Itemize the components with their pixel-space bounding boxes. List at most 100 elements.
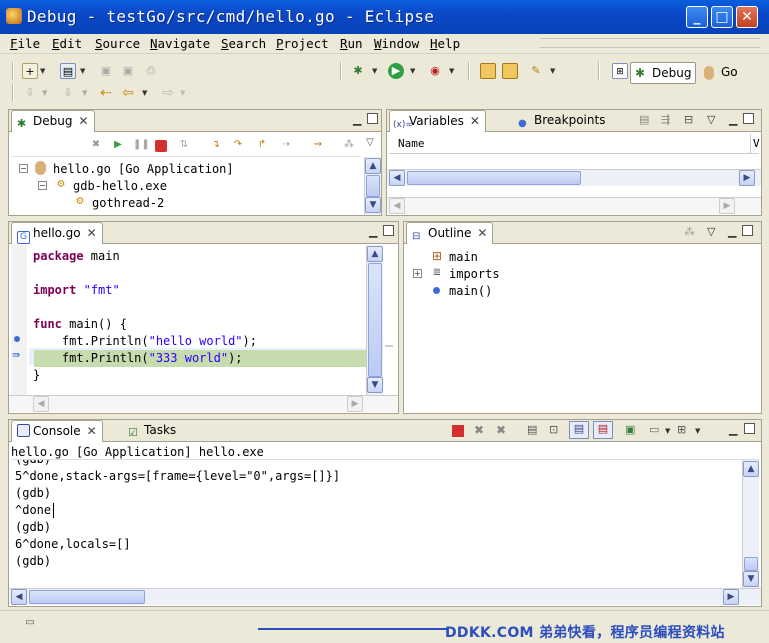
console-horizontal-scrollbar[interactable]: ◀ ▶ bbox=[9, 588, 761, 605]
annotation-icon[interactable]: ⇩ bbox=[22, 85, 38, 101]
new-icon[interactable]: + bbox=[22, 63, 38, 79]
perspective-go[interactable]: Go bbox=[700, 62, 744, 84]
chevron-down-icon[interactable]: ▼ bbox=[42, 85, 48, 101]
view-menu-icon[interactable]: ▽ bbox=[363, 136, 377, 150]
outline-item-function[interactable]: main() bbox=[449, 283, 492, 299]
menu-project[interactable]: Project bbox=[276, 36, 329, 51]
show-type-names-icon[interactable]: ▤ bbox=[639, 113, 649, 126]
code-line-1[interactable]: package main bbox=[33, 248, 120, 265]
scroll-right-icon[interactable]: ▶ bbox=[723, 589, 739, 605]
marker-icon[interactable]: ✎ bbox=[528, 63, 544, 79]
tab-hello-go[interactable]: Ghello.go ✕ bbox=[11, 222, 103, 244]
minimize-view-icon[interactable]: ▁ bbox=[729, 113, 737, 126]
scroll-left-icon[interactable]: ◀ bbox=[389, 170, 405, 186]
disconnect-icon[interactable]: ⇅ bbox=[177, 138, 191, 152]
menu-window[interactable]: Window bbox=[374, 36, 419, 51]
scroll-up-icon[interactable]: ▲ bbox=[743, 461, 759, 477]
scroll-left-icon[interactable]: ◀ bbox=[33, 396, 49, 412]
display-console-icon[interactable]: ▭ bbox=[649, 423, 659, 436]
minimize-button[interactable]: _ bbox=[686, 6, 708, 28]
column-name[interactable]: Name bbox=[398, 136, 425, 152]
scroll-up-icon[interactable]: ▲ bbox=[365, 158, 381, 174]
new-project-icon[interactable]: ▤ bbox=[60, 63, 76, 79]
minimize-view-icon[interactable]: ▁ bbox=[353, 113, 361, 126]
remove-launch-icon[interactable]: ✖ bbox=[474, 423, 484, 437]
chevron-down-icon[interactable]: ▼ bbox=[372, 63, 378, 79]
view-menu-icon[interactable]: ▽ bbox=[707, 113, 715, 126]
tree-collapse-icon[interactable]: − bbox=[38, 181, 47, 190]
menu-edit[interactable]: Edit bbox=[52, 36, 82, 51]
tab-debug[interactable]: ✱ Debug ✕ bbox=[11, 110, 95, 132]
tab-console[interactable]: Console ✕ bbox=[11, 420, 103, 442]
tab-tasks[interactable]: ☑ Tasks bbox=[123, 420, 176, 442]
tree-item-thread[interactable]: gothread-2 bbox=[92, 195, 164, 211]
close-icon[interactable]: ✕ bbox=[477, 226, 487, 240]
chevron-down-icon[interactable]: ▼ bbox=[695, 423, 701, 439]
scroll-left-icon[interactable]: ◀ bbox=[389, 198, 405, 214]
scroll-thumb[interactable] bbox=[368, 263, 382, 377]
column-value[interactable]: V bbox=[753, 136, 760, 152]
editor-ruler[interactable] bbox=[11, 245, 27, 395]
back-icon[interactable]: ⇦ bbox=[120, 85, 136, 101]
tree-expand-icon[interactable]: + bbox=[413, 269, 422, 278]
maximize-view-icon[interactable] bbox=[383, 225, 394, 239]
save-icon[interactable]: ▣ bbox=[98, 63, 114, 79]
fast-view-icon[interactable]: ▭ bbox=[22, 615, 38, 631]
run-icon[interactable]: ▶ bbox=[388, 63, 404, 79]
open-console-icon[interactable]: ⊞ bbox=[677, 423, 686, 436]
maximize-button[interactable]: □ bbox=[711, 6, 733, 28]
last-edit-icon[interactable]: ⇠ bbox=[98, 85, 114, 101]
step-into-icon[interactable]: ↴ bbox=[209, 138, 223, 152]
print-icon[interactable]: ⎙ bbox=[143, 63, 159, 79]
outline-filter-icon[interactable]: ⁂ bbox=[684, 225, 695, 238]
collapse-all-icon[interactable]: ⊟ bbox=[684, 113, 693, 126]
close-icon[interactable]: ✕ bbox=[87, 226, 97, 240]
forward-icon[interactable]: ⇨ bbox=[160, 85, 176, 101]
tab-variables[interactable]: (x)=Variables ✕ bbox=[389, 110, 486, 132]
scroll-thumb[interactable] bbox=[29, 590, 145, 604]
show-on-output-icon[interactable]: ▤ bbox=[569, 421, 589, 439]
code-line-5[interactable]: func main() { bbox=[33, 316, 127, 333]
close-icon[interactable]: ✕ bbox=[87, 424, 97, 438]
code-line-7[interactable]: fmt.Println("333 world"); bbox=[33, 350, 243, 367]
open-perspective-icon[interactable]: ⊞ bbox=[612, 63, 628, 79]
menu-file[interactable]: File bbox=[10, 36, 40, 51]
maximize-view-icon[interactable] bbox=[743, 113, 754, 127]
close-icon[interactable]: ✕ bbox=[78, 114, 88, 128]
overview-ruler-marker[interactable] bbox=[385, 345, 393, 347]
use-step-filters-icon[interactable]: ⇝ bbox=[311, 138, 325, 152]
remove-all-terminated-icon[interactable]: ✖ bbox=[496, 423, 506, 437]
show-logical-structure-icon[interactable]: ⇶ bbox=[661, 113, 670, 126]
editor-vertical-scrollbar[interactable]: ▲ ▼ bbox=[366, 245, 383, 395]
suspend-icon[interactable]: ❚❚ bbox=[133, 138, 150, 152]
close-button[interactable]: ✕ bbox=[736, 6, 758, 28]
scroll-right-icon[interactable]: ▶ bbox=[739, 170, 755, 186]
chevron-down-icon[interactable]: ▼ bbox=[550, 63, 556, 79]
clear-console-icon[interactable]: ▤ bbox=[527, 423, 537, 436]
menu-navigate[interactable]: Navigate bbox=[150, 36, 210, 51]
minimize-view-icon[interactable]: ▁ bbox=[729, 423, 737, 436]
debug-vertical-scrollbar[interactable]: ▲ ▼ bbox=[364, 157, 381, 215]
console-vertical-scrollbar[interactable]: ▲ ▼ bbox=[742, 460, 759, 588]
breakpoint-icon[interactable] bbox=[14, 336, 20, 342]
tree-collapse-icon[interactable]: − bbox=[19, 164, 28, 173]
menu-help[interactable]: Help bbox=[430, 36, 460, 51]
chevron-down-icon[interactable]: ▼ bbox=[180, 85, 186, 101]
perspective-debug[interactable]: ✱ Debug bbox=[630, 62, 696, 84]
view-menu-icon[interactable]: ▽ bbox=[707, 225, 715, 238]
scroll-down-icon[interactable]: ▼ bbox=[743, 571, 759, 587]
show-on-error-icon[interactable]: ▤ bbox=[593, 421, 613, 439]
scroll-down-icon[interactable]: ▼ bbox=[367, 377, 383, 393]
tab-breakpoints[interactable]: ● Breakpoints bbox=[513, 110, 605, 132]
external-tools-icon[interactable]: ◉ bbox=[427, 63, 443, 79]
debug-bug-icon[interactable]: ✱ bbox=[350, 63, 366, 79]
menu-search[interactable]: Search bbox=[221, 36, 266, 51]
save-all-icon[interactable]: ▣ bbox=[120, 63, 136, 79]
resume-icon[interactable]: ▶ bbox=[111, 138, 125, 152]
code-line-3[interactable]: import "fmt" bbox=[33, 282, 120, 299]
chevron-down-icon[interactable]: ▼ bbox=[410, 63, 416, 79]
scroll-down-icon[interactable]: ▼ bbox=[365, 197, 381, 213]
code-line-8[interactable]: } bbox=[33, 367, 40, 384]
thread-icon[interactable]: ⁂ bbox=[342, 138, 356, 152]
scroll-left-icon[interactable]: ◀ bbox=[11, 589, 27, 605]
